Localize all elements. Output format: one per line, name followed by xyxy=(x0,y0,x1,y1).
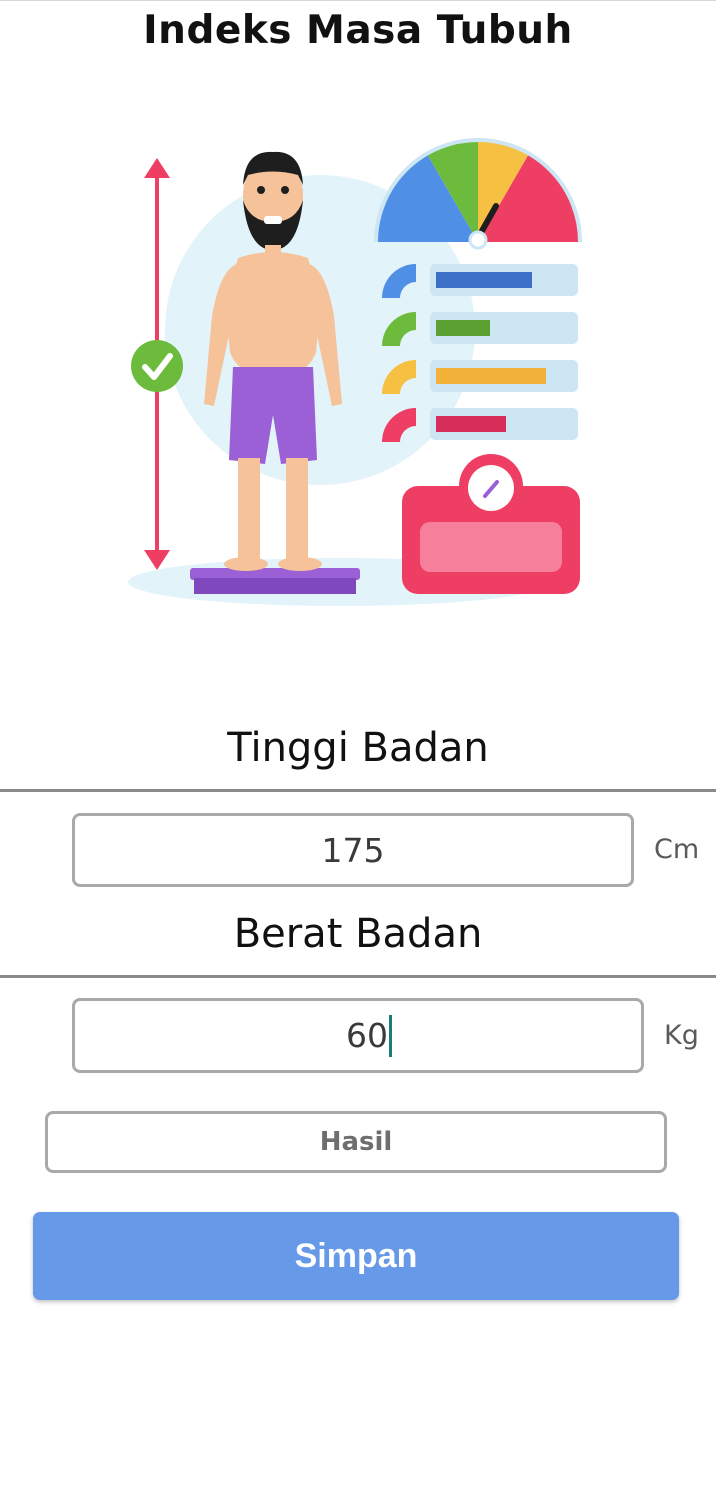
weight-unit-label: Kg xyxy=(664,1020,699,1051)
top-border xyxy=(0,0,716,1)
result-placeholder: Hasil xyxy=(319,1127,393,1157)
weight-divider xyxy=(0,975,716,978)
height-label: Tinggi Badan xyxy=(227,725,489,771)
weight-value: 60 xyxy=(346,1016,388,1055)
height-input[interactable]: 175 xyxy=(72,813,634,887)
height-divider xyxy=(0,789,716,792)
height-value: 175 xyxy=(321,830,385,870)
save-button[interactable]: Simpan xyxy=(33,1212,679,1300)
page-title: Indeks Masa Tubuh xyxy=(143,8,573,53)
result-field[interactable]: Hasil xyxy=(45,1111,667,1173)
bmi-illustration-icon xyxy=(128,138,582,606)
text-cursor xyxy=(389,1014,392,1057)
weight-input[interactable]: 60 xyxy=(72,998,644,1073)
height-unit-label: Cm xyxy=(654,834,700,865)
weight-label: Berat Badan xyxy=(233,911,483,957)
